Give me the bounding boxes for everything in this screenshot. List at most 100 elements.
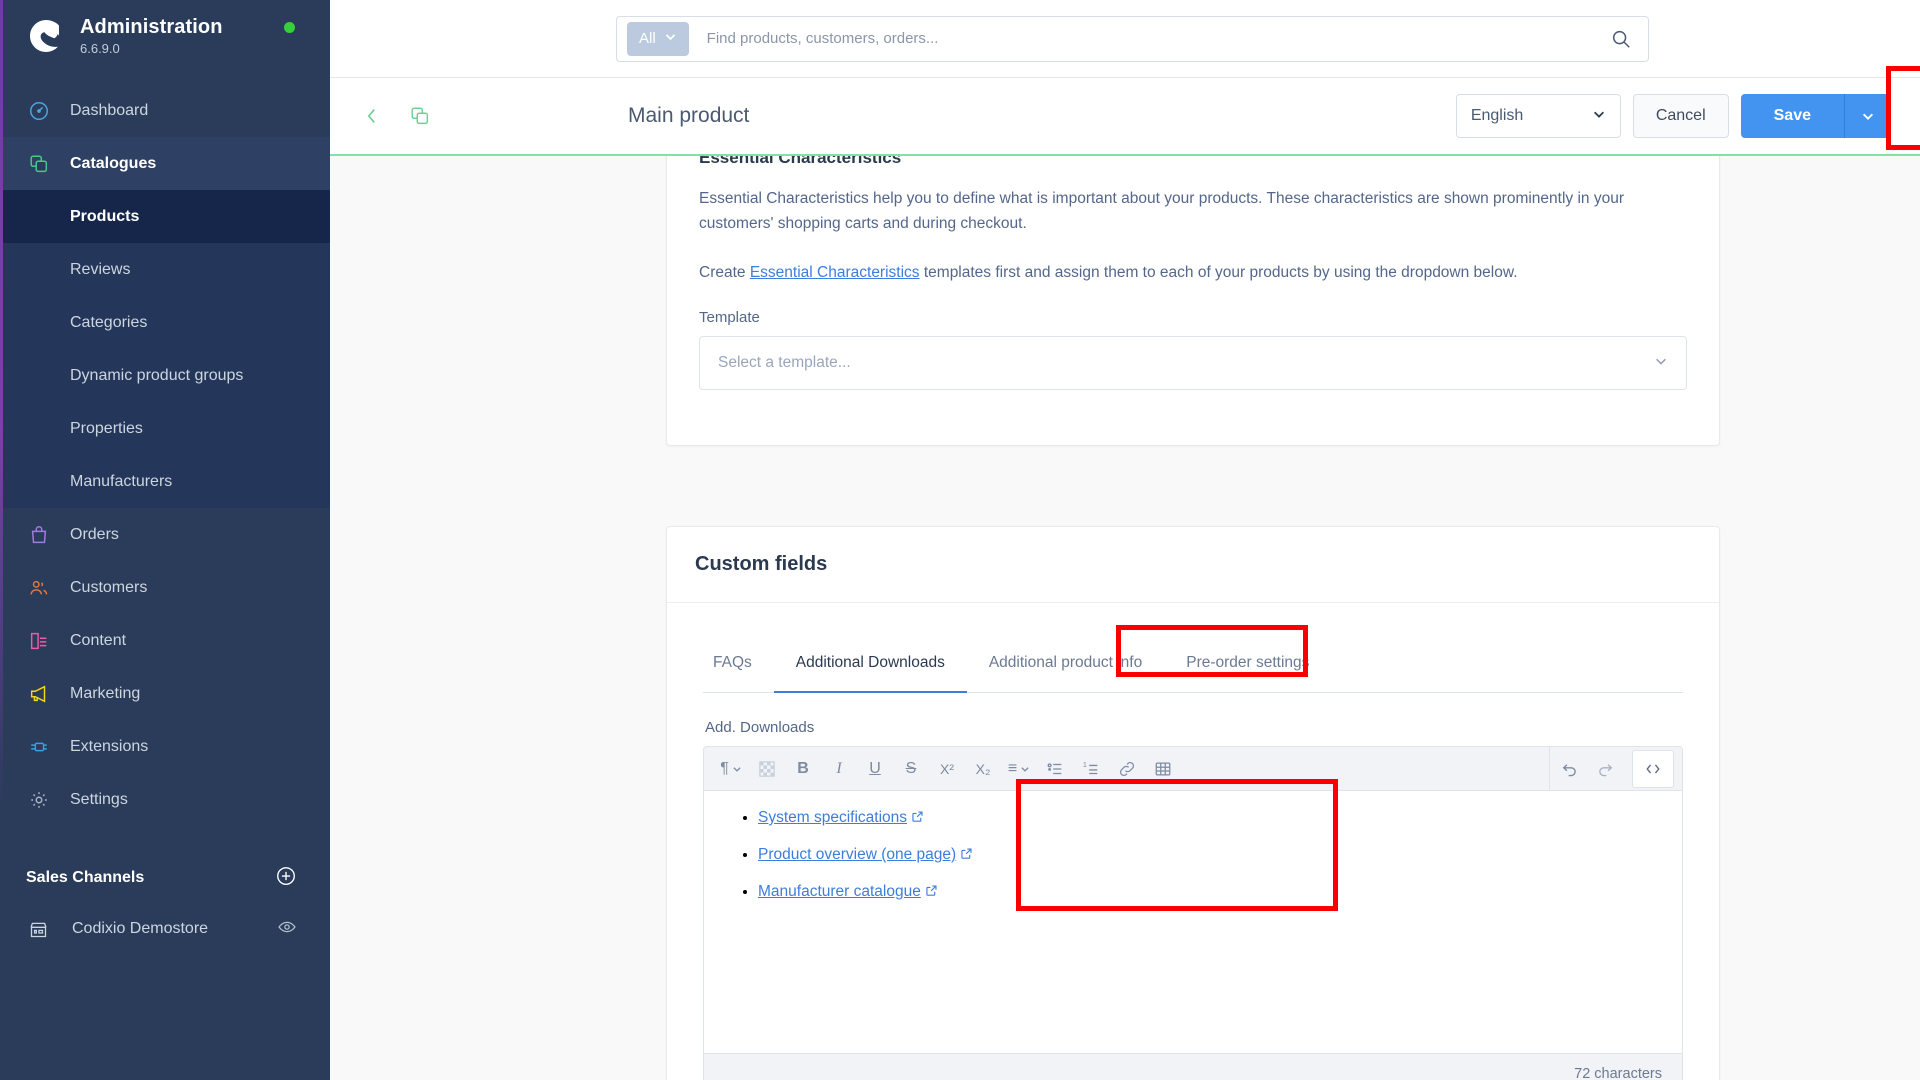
tab-pre-order-settings[interactable]: Pre-order settings	[1164, 654, 1331, 692]
table-button[interactable]	[1146, 752, 1180, 786]
save-button-group[interactable]: Save	[1740, 94, 1890, 138]
superscript-button[interactable]: X²	[930, 752, 964, 786]
italic-button[interactable]: I	[822, 752, 856, 786]
chevron-down-icon	[664, 30, 677, 47]
shopware-administration: Administration 6.6.9.0 Dashboard Catalog…	[0, 0, 1920, 1080]
language-value: English	[1470, 107, 1524, 124]
main-area: All Find products, customers, orders... …	[330, 0, 1920, 1080]
sidebar-item-products[interactable]: Products	[0, 190, 330, 243]
sidebar-item-orders[interactable]: Orders	[0, 508, 330, 561]
link-manufacturer-catalogue[interactable]: Manufacturer catalogue	[758, 883, 921, 900]
tab-additional-downloads[interactable]: Additional Downloads	[773, 654, 967, 693]
custom-fields-card: Custom fields FAQs Additional Downloads …	[666, 526, 1720, 1080]
content-area: Essential Characteristics Essential Char…	[330, 156, 1920, 1080]
svg-text:1: 1	[1083, 760, 1087, 769]
sidebar-item-extensions[interactable]: Extensions	[0, 720, 330, 773]
sidebar-item-dashboard[interactable]: Dashboard	[0, 84, 330, 137]
duplicate-icon[interactable]	[406, 102, 434, 130]
extensions-icon	[26, 734, 52, 760]
back-icon[interactable]	[358, 102, 386, 130]
essential-characteristics-link[interactable]: Essential Characteristics	[750, 264, 920, 281]
chevron-down-icon	[1654, 354, 1668, 373]
download-links-list: System specifications Product overview (…	[730, 809, 1656, 902]
editor-content[interactable]: System specifications Product overview (…	[704, 791, 1682, 1053]
save-button[interactable]: Save	[1740, 94, 1844, 138]
custom-fields-title: Custom fields	[695, 553, 828, 575]
content-icon	[26, 628, 52, 654]
eye-icon[interactable]	[277, 917, 297, 942]
sidebar-item-properties[interactable]: Properties	[0, 402, 330, 455]
search-input[interactable]	[688, 30, 1608, 47]
sidebar-subitem-label: Categories	[70, 313, 148, 331]
gear-icon	[26, 787, 52, 813]
sidebar-item-categories[interactable]: Categories	[0, 296, 330, 349]
sidebar-subitem-label: Products	[70, 207, 140, 225]
subscript-button[interactable]: X₂	[966, 752, 1000, 786]
code-view-button[interactable]	[1632, 750, 1674, 788]
sales-channels-title: Sales Channels	[26, 869, 145, 886]
add-sales-channel-icon[interactable]	[275, 865, 297, 892]
essential-characteristics-description: Essential Characteristics help you to de…	[699, 190, 1624, 233]
align-icon: ≡	[1007, 759, 1018, 777]
essential-characteristics-title: Essential Characteristics	[699, 156, 902, 167]
tab-additional-product-info[interactable]: Additional product info	[967, 654, 1164, 692]
bullet-list-button[interactable]	[1038, 752, 1072, 786]
sidebar-item-reviews[interactable]: Reviews	[0, 243, 330, 296]
cancel-button[interactable]: Cancel	[1632, 94, 1729, 138]
orders-icon	[26, 522, 52, 548]
editor-toolbar-right	[1547, 747, 1682, 791]
sales-channel-label: Codixio Demostore	[72, 920, 209, 937]
sidebar-item-catalogues[interactable]: Catalogues	[0, 137, 330, 190]
sidebar-item-label: Orders	[70, 525, 119, 543]
global-search-bar[interactable]: All	[616, 15, 1649, 62]
align-button[interactable]: ≡	[1002, 752, 1036, 786]
essential-characteristics-hint: Create Essential Characteristics templat…	[699, 260, 1687, 285]
sidebar-subitem-label: Reviews	[70, 260, 131, 278]
sidebar-item-label: Content	[70, 631, 127, 649]
list-item: Product overview (one page)	[758, 846, 1656, 865]
redo-button[interactable]	[1588, 752, 1622, 786]
text-color-button[interactable]	[750, 752, 784, 786]
bold-button[interactable]: B	[786, 752, 820, 786]
sales-channel-item-codixio-demostore[interactable]: Codixio Demostore	[0, 904, 330, 954]
sidebar-item-settings[interactable]: Settings	[0, 773, 330, 826]
link-system-specifications[interactable]: System specifications	[758, 809, 907, 826]
custom-fields-tabs: FAQs Additional Downloads Additional pro…	[703, 631, 1683, 693]
top-bar: All	[330, 0, 1920, 78]
language-select[interactable]: English	[1455, 94, 1621, 138]
template-field-label: Template	[699, 309, 760, 327]
tab-faqs[interactable]: FAQs	[703, 654, 774, 692]
search-icon[interactable]	[1608, 26, 1634, 52]
link-button[interactable]	[1110, 752, 1144, 786]
underline-button[interactable]: U	[858, 752, 892, 786]
save-options-chevron-down-icon[interactable]	[1844, 94, 1890, 138]
sidebar-item-marketing[interactable]: Marketing	[0, 667, 330, 720]
undo-button[interactable]	[1552, 752, 1586, 786]
sidebar-item-manufacturers[interactable]: Manufacturers	[0, 455, 330, 508]
paragraph-format-button[interactable]: ¶	[714, 752, 748, 786]
sidebar-item-customers[interactable]: Customers	[0, 561, 330, 614]
dashboard-icon	[26, 98, 52, 124]
brand-version: 6.6.9.0	[80, 41, 120, 56]
editor-toolbar: ¶ B I U S X² X₂ ≡ 1	[704, 747, 1682, 791]
catalogues-icon	[26, 151, 52, 177]
sidebar-item-dynamic-product-groups[interactable]: Dynamic product groups	[0, 349, 330, 402]
search-scope-select[interactable]: All	[627, 21, 689, 56]
template-select[interactable]: Select a template...	[699, 336, 1687, 391]
sales-channels-header: Sales Channels	[0, 852, 330, 904]
marketing-icon	[26, 681, 52, 707]
link-product-overview[interactable]: Product overview (one page)	[758, 846, 956, 863]
strikethrough-button[interactable]: S	[894, 752, 928, 786]
character-count: 72 characters	[1574, 1065, 1662, 1080]
rich-text-editor: ¶ B I U S X² X₂ ≡ 1 • System specificati…	[703, 746, 1683, 1080]
brand-header[interactable]: Administration 6.6.9.0	[0, 0, 330, 70]
sidebar-subitem-label: Properties	[70, 419, 143, 437]
hint-suffix: templates first and assign them to each …	[919, 264, 1518, 282]
custom-fields-header: Custom fields	[667, 527, 1719, 603]
list-item: System specifications	[758, 809, 1656, 828]
shopware-logo-icon	[26, 16, 66, 56]
sidebar-item-content[interactable]: Content	[0, 614, 330, 667]
editor-field-label: Add. Downloads	[705, 719, 815, 736]
ordered-list-button[interactable]: 1	[1074, 752, 1108, 786]
external-link-icon	[911, 810, 924, 828]
